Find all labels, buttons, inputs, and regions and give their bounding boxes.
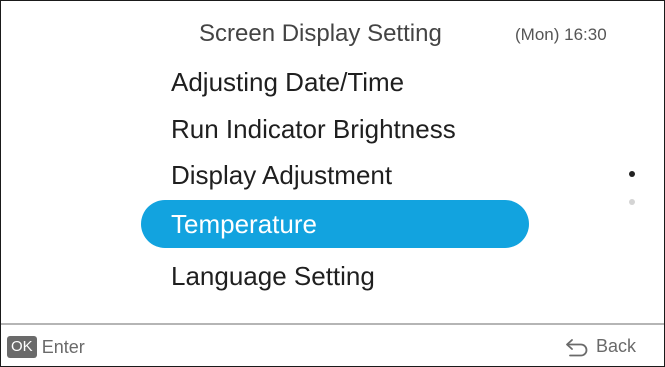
page-dot-inactive [629,199,635,205]
clock-display: (Mon) 16:30 [515,25,607,44]
menu-item-adjusting-date-time[interactable]: Adjusting Date/Time [141,58,529,106]
menu-item-run-indicator-brightness[interactable]: Run Indicator Brightness [141,105,529,153]
enter-label: Enter [41,336,85,357]
menu-item-label: Run Indicator Brightness [171,113,456,144]
back-hint[interactable]: Back [564,336,636,357]
footer-divider [1,323,664,325]
display-screen: Screen Display Setting (Mon) 16:30 Adjus… [0,0,665,367]
menu-item-label: Language Setting [171,260,375,291]
page-indicator [628,171,636,227]
menu-item-temperature[interactable]: Temperature [141,200,529,248]
back-label: Back [595,336,636,356]
back-arrow-icon [566,338,588,356]
menu-item-label: Adjusting Date/Time [171,66,405,97]
page-title: Screen Display Setting [199,20,442,47]
ok-button-badge: OK [7,336,37,358]
enter-hint[interactable]: OK Enter [7,336,85,358]
page-dot-active [629,171,635,177]
menu-item-language-setting[interactable]: Language Setting [141,252,529,300]
menu-item-label: Temperature [171,208,317,239]
menu-item-label: Display Adjustment [171,159,393,190]
menu-item-display-adjustment[interactable]: Display Adjustment [141,151,529,199]
